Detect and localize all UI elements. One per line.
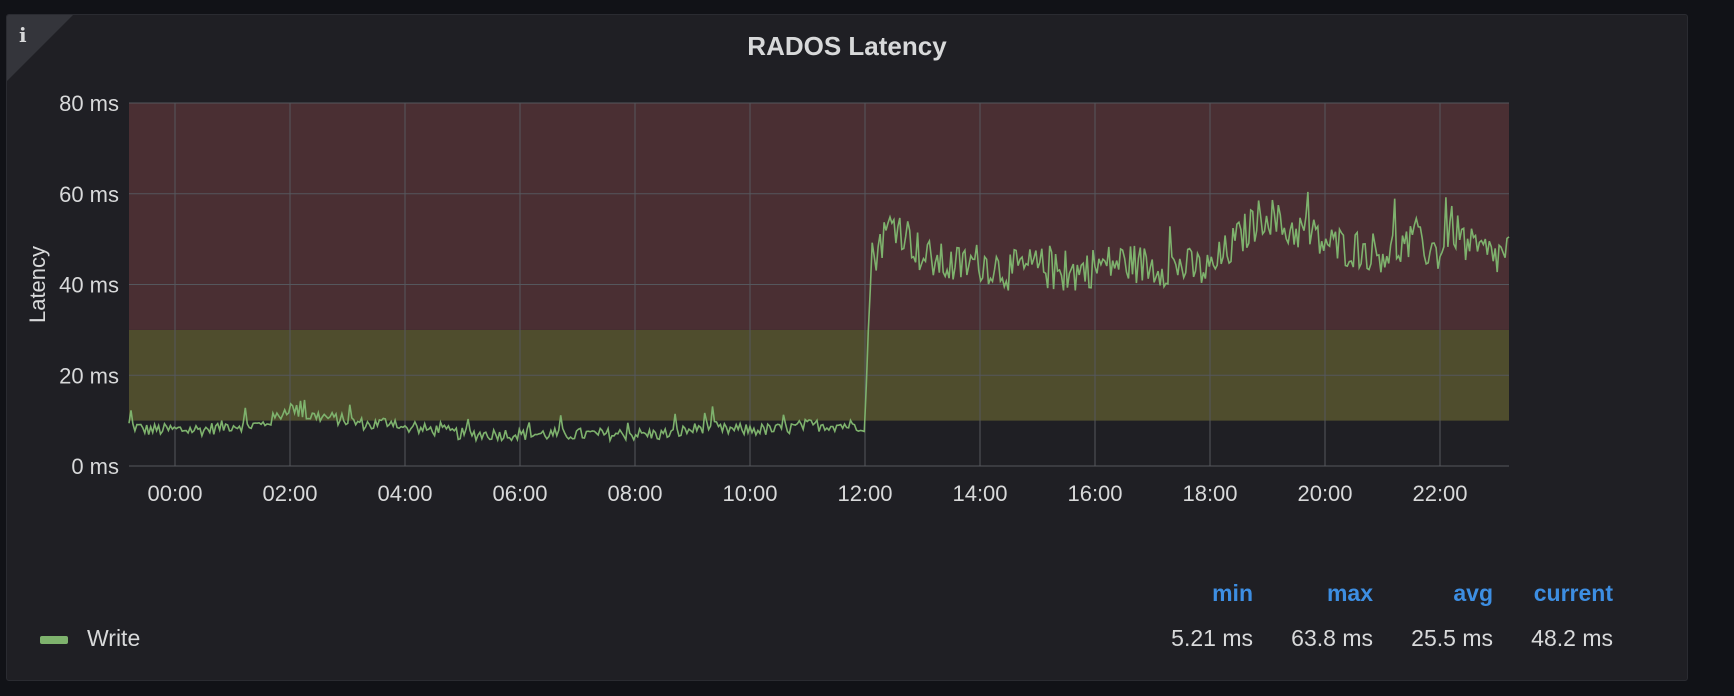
- legend-header-min[interactable]: min: [1133, 580, 1253, 607]
- x-tick-label: 08:00: [607, 481, 662, 506]
- legend-item-write[interactable]: Write: [87, 625, 140, 652]
- x-tick-label: 18:00: [1182, 481, 1237, 506]
- legend-value-avg: 25.5 ms: [1411, 625, 1493, 651]
- y-tick-label: 60 ms: [59, 182, 119, 207]
- legend-header-current[interactable]: current: [1493, 580, 1613, 607]
- legend-value-min: 5.21 ms: [1171, 625, 1253, 651]
- y-tick-label: 20 ms: [59, 363, 119, 388]
- x-tick-label: 20:00: [1297, 481, 1352, 506]
- y-tick-label: 80 ms: [59, 91, 119, 116]
- y-axis-label: Latency: [25, 246, 50, 323]
- threshold-band-critical: [129, 103, 1509, 330]
- threshold-bands: [129, 103, 1509, 421]
- x-tick-label: 10:00: [722, 481, 777, 506]
- x-tick-label: 22:00: [1412, 481, 1467, 506]
- x-tick-label: 06:00: [492, 481, 547, 506]
- graph-panel: i RADOS Latency 0 ms 20 ms 40 ms 60 ms 80 ms…: [6, 14, 1688, 681]
- legend-header-avg[interactable]: avg: [1373, 580, 1493, 607]
- x-tick-label: 02:00: [262, 481, 317, 506]
- legend-swatch-write[interactable]: [40, 636, 68, 644]
- x-tick-label: 14:00: [952, 481, 1007, 506]
- y-tick-label: 40 ms: [59, 273, 119, 298]
- x-tick-label: 16:00: [1067, 481, 1122, 506]
- legend-value-max: 63.8 ms: [1291, 625, 1373, 651]
- y-tick-label: 0 ms: [71, 454, 119, 479]
- x-tick-label: 00:00: [147, 481, 202, 506]
- x-tick-label: 04:00: [377, 481, 432, 506]
- x-axis-tick-labels: 00:00 02:00 04:00 06:00 08:00 10:00 12:00 14:00…: [147, 481, 1467, 506]
- legend-header-max[interactable]: max: [1253, 580, 1373, 607]
- x-tick-label: 12:00: [837, 481, 892, 506]
- y-axis-tick-labels: 0 ms 20 ms 40 ms 60 ms 80 ms: [59, 91, 119, 479]
- legend-value-current: 48.2 ms: [1531, 625, 1613, 651]
